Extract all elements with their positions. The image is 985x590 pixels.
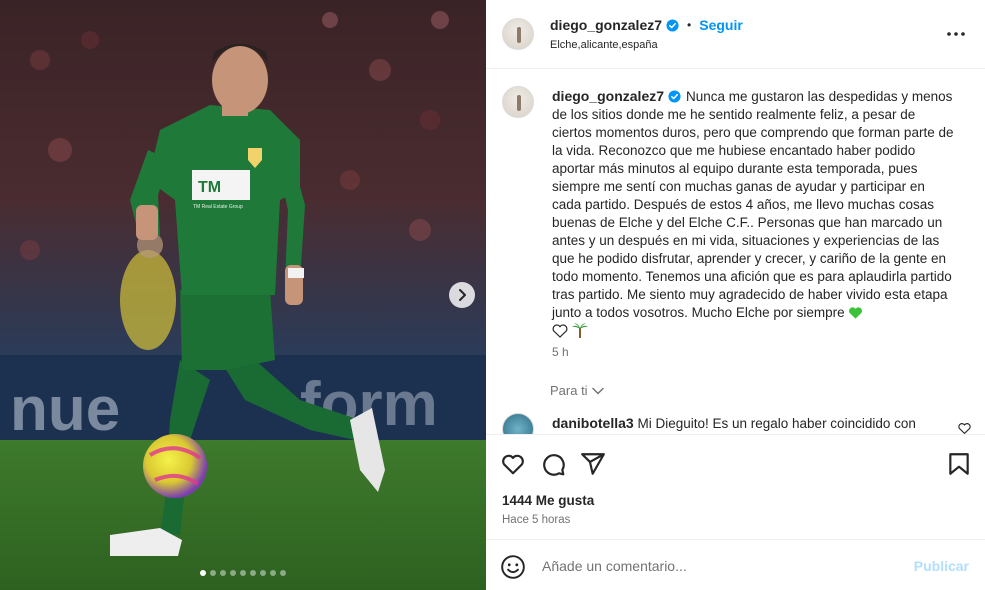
likes-count[interactable]: 1444 Me gusta xyxy=(502,493,594,508)
author-avatar[interactable] xyxy=(502,18,534,50)
next-slide-button[interactable] xyxy=(449,282,475,308)
comment-text: Mi Dieguito! Es un regalo haber coincidi… xyxy=(637,416,916,431)
carousel-dot xyxy=(280,570,286,576)
carousel-dot xyxy=(230,570,236,576)
commenter-username[interactable]: danibotella3 xyxy=(552,415,634,431)
comments-section[interactable]: diego_gonzalez7 Nunca me gustaron las des… xyxy=(486,70,985,434)
post-timestamp: Hace 5 horas xyxy=(502,514,571,526)
comment-item: danibotella3 Mi Dieguito! Es un regalo h… xyxy=(552,415,916,431)
post-header: diego_gonzalez7 • Seguir Elche,alicante,… xyxy=(486,0,985,69)
verified-badge-icon xyxy=(666,18,679,32)
carousel-dot xyxy=(200,570,206,576)
comment-composer: Publicar xyxy=(486,539,985,590)
caption-text: Nunca me gustaron las despedidas y menos… xyxy=(552,89,954,320)
caption-time: 5 h xyxy=(552,345,569,359)
commenter-avatar[interactable] xyxy=(502,413,534,434)
jersey-sponsor-sub: TM Real Estate Group xyxy=(193,204,243,210)
share-icon[interactable] xyxy=(580,451,606,477)
emoji-icon[interactable] xyxy=(500,554,526,580)
for-you-filter[interactable]: Para ti xyxy=(550,383,604,398)
more-options-button[interactable] xyxy=(945,24,967,44)
author-line: diego_gonzalez7 • Seguir xyxy=(550,17,743,33)
carousel-dot xyxy=(220,570,226,576)
caption-author-avatar[interactable] xyxy=(502,86,534,118)
for-you-label: Para ti xyxy=(550,383,588,398)
comment-input[interactable] xyxy=(542,553,902,579)
verified-badge-icon xyxy=(668,90,681,103)
carousel-indicator xyxy=(0,570,486,576)
follow-button[interactable]: Seguir xyxy=(699,17,743,33)
publish-button[interactable]: Publicar xyxy=(914,558,969,574)
author-username[interactable]: diego_gonzalez7 xyxy=(550,17,662,33)
carousel-dot xyxy=(250,570,256,576)
like-icon[interactable] xyxy=(500,451,526,477)
carousel-dot xyxy=(260,570,266,576)
carousel-dot xyxy=(240,570,246,576)
caption-username[interactable]: diego_gonzalez7 xyxy=(552,88,664,104)
post-photo: nue form TM TM Real Estate Group xyxy=(0,0,486,590)
jersey-sponsor: TM xyxy=(198,179,221,196)
separator-dot: • xyxy=(687,18,692,32)
comment-icon[interactable] xyxy=(540,451,566,477)
board-text: nue xyxy=(10,375,120,444)
palm-tree-icon xyxy=(571,323,588,338)
post-panel: diego_gonzalez7 • Seguir Elche,alicante,… xyxy=(486,0,985,590)
post-caption: diego_gonzalez7 Nunca me gustaron las des… xyxy=(552,87,957,340)
post-location[interactable]: Elche,alicante,españa xyxy=(550,39,658,51)
more-horizontal-icon xyxy=(947,32,965,36)
chevron-down-icon xyxy=(591,387,604,395)
carousel-dot xyxy=(210,570,216,576)
post-actions: 1444 Me gusta Hace 5 horas xyxy=(486,434,985,538)
post-media[interactable]: nue form TM TM Real Estate Group xyxy=(0,0,486,590)
save-icon[interactable] xyxy=(946,451,972,477)
white-heart-icon xyxy=(552,324,568,338)
chevron-right-icon xyxy=(459,289,466,301)
carousel-dot xyxy=(270,570,276,576)
like-comment-icon[interactable] xyxy=(958,422,971,434)
green-heart-icon xyxy=(849,307,863,319)
